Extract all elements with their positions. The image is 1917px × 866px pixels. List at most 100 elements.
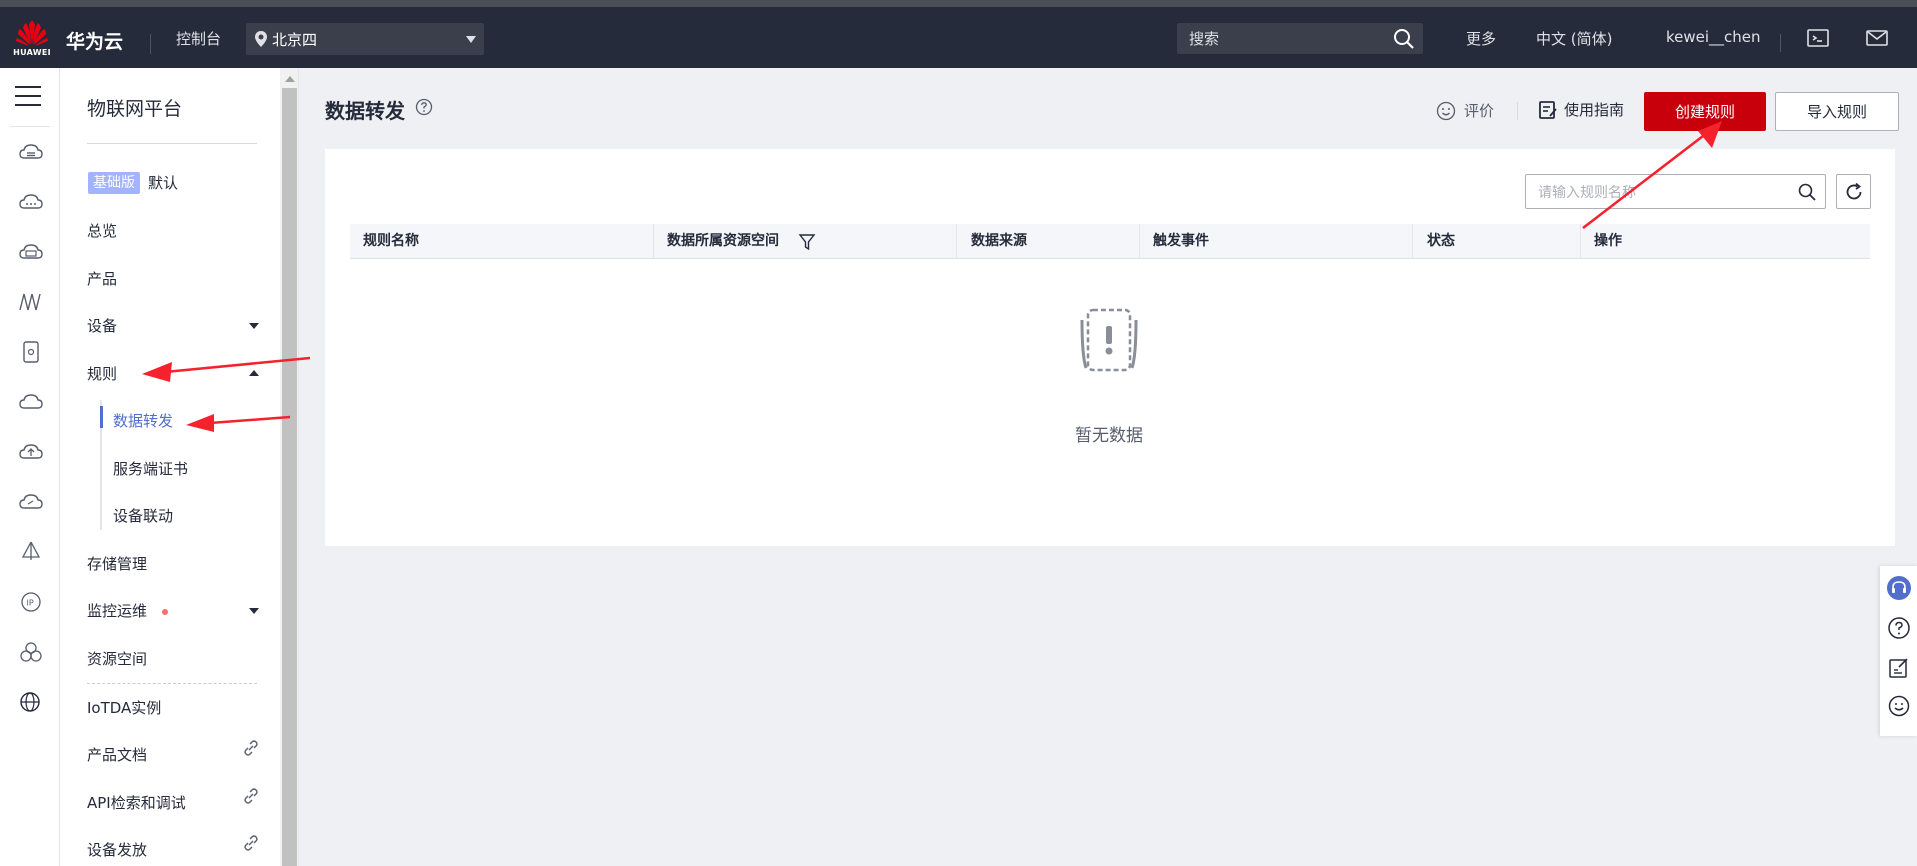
nav-divider	[87, 143, 257, 144]
mail-icon[interactable]	[1865, 27, 1889, 49]
cluster-icon[interactable]	[18, 640, 44, 664]
external-link-icon[interactable]	[243, 788, 259, 804]
search-icon[interactable]	[1798, 183, 1816, 201]
cloud-gauge-icon[interactable]	[18, 490, 44, 514]
chevron-down-icon[interactable]	[249, 608, 259, 614]
edition-badge: 基础版	[88, 172, 140, 194]
smiley-feedback-icon[interactable]	[1887, 694, 1911, 718]
cloud-database-icon[interactable]	[18, 240, 44, 264]
action-divider	[1517, 102, 1518, 120]
service-title: 物联网平台	[87, 98, 183, 120]
cloud-icon[interactable]	[18, 190, 44, 214]
sidebar-item-api-explorer[interactable]: API检索和调试	[87, 792, 186, 813]
help-icon[interactable]	[1887, 616, 1911, 640]
refresh-button[interactable]	[1836, 174, 1871, 209]
sidebar-item-overview[interactable]: 总览	[87, 220, 117, 241]
sidebar-item-rules[interactable]: 规则	[87, 363, 117, 384]
cloud-server-icon[interactable]	[18, 140, 44, 164]
rate-label: 评价	[1464, 102, 1495, 120]
sidebar-item-device-linkage[interactable]: 设备联动	[113, 505, 173, 526]
device-icon[interactable]	[18, 340, 44, 364]
huawei-logo[interactable]: HUAWEI	[12, 19, 52, 61]
column-divider	[1412, 224, 1413, 259]
sidebar-item-storage[interactable]: 存储管理	[87, 553, 147, 574]
location-pin-icon	[255, 31, 267, 47]
sidebar-item-product[interactable]: 产品	[87, 268, 117, 289]
column-header-status: 状态	[1427, 233, 1455, 249]
page-title: 数据转发	[325, 99, 405, 123]
rule-name-search-input[interactable]: 请输入规则名称	[1525, 174, 1826, 209]
external-link-icon[interactable]	[243, 740, 259, 756]
header-divider	[1780, 34, 1781, 52]
sidebar-item-resource-space[interactable]: 资源空间	[87, 648, 147, 669]
rail-divider	[10, 126, 50, 127]
rule-search-placeholder: 请输入规则名称	[1538, 184, 1636, 201]
smiley-icon	[1436, 101, 1456, 120]
menu-hamburger-icon[interactable]	[15, 86, 41, 106]
table-header: 规则名称 数据所属资源空间 数据来源 触发事件 状态 操作	[350, 224, 1870, 259]
sidebar-item-product-docs[interactable]: 产品文档	[87, 744, 147, 765]
ip-icon[interactable]: IP	[18, 590, 44, 614]
console-link[interactable]: 控制台	[176, 28, 221, 49]
column-header-data-source: 数据来源	[971, 233, 1027, 249]
sidebar-nav: 物联网平台 基础版 默认 总览 产品 设备 规则 数据转发 服务端证书 设备联动…	[60, 68, 280, 866]
empty-state-text: 暂无数据	[1075, 426, 1143, 446]
header-divider	[150, 34, 151, 54]
column-header-actions: 操作	[1594, 233, 1622, 249]
brand-name[interactable]: 华为云	[66, 27, 123, 54]
rate-link[interactable]: 评价	[1436, 100, 1494, 121]
external-link-icon[interactable]	[243, 835, 259, 851]
submenu-active-indicator	[100, 406, 103, 428]
sidebar-item-data-forwarding[interactable]: 数据转发	[113, 410, 173, 431]
chevron-up-icon[interactable]	[249, 370, 259, 376]
column-header-trigger-event: 触发事件	[1153, 233, 1209, 249]
sidebar-item-device-provisioning[interactable]: 设备发放	[87, 839, 147, 860]
customer-service-icon[interactable]	[1887, 576, 1911, 600]
user-guide-link[interactable]: 使用指南	[1538, 99, 1624, 120]
sidebar-item-iotda-instance[interactable]: IoTDA实例	[87, 697, 161, 718]
cloud-upload-icon[interactable]	[18, 440, 44, 464]
sidebar-item-server-certificate[interactable]: 服务端证书	[113, 458, 188, 479]
scroll-up-arrow-icon[interactable]	[285, 76, 295, 82]
guide-label: 使用指南	[1564, 101, 1625, 119]
sidebar-item-monitoring[interactable]: 监控运维	[87, 600, 147, 621]
service-icon-rail: IP	[0, 68, 60, 866]
user-menu[interactable]: kewei__chen	[1666, 28, 1761, 46]
create-rule-button[interactable]: 创建规则	[1644, 92, 1766, 131]
empty-data-icon	[1080, 308, 1138, 372]
svg-text:IP: IP	[27, 599, 34, 608]
refresh-icon	[1846, 182, 1862, 200]
filter-icon[interactable]	[798, 233, 816, 251]
chevron-down-icon[interactable]	[249, 323, 259, 329]
more-link[interactable]: 更多	[1466, 28, 1496, 49]
sidebar-scrollbar[interactable]	[280, 68, 299, 866]
region-selector[interactable]: 北京四	[246, 23, 484, 55]
search-placeholder: 搜索	[1189, 30, 1220, 48]
huawei-flower-icon	[16, 20, 48, 46]
edition-default-label: 默认	[148, 174, 179, 192]
feedback-edit-icon[interactable]	[1887, 656, 1911, 680]
global-search-input[interactable]: 搜索	[1177, 23, 1423, 54]
help-icon[interactable]	[415, 98, 433, 116]
import-rule-button[interactable]: 导入规则	[1775, 92, 1899, 131]
language-switch[interactable]: 中文 (简体)	[1536, 28, 1612, 49]
region-value: 北京四	[272, 30, 318, 49]
window-top-strip	[0, 0, 1917, 7]
column-divider	[956, 224, 957, 259]
sidebar-item-device[interactable]: 设备	[87, 315, 117, 336]
floating-toolbar	[1880, 566, 1917, 736]
terminal-icon[interactable]	[1806, 27, 1830, 49]
top-header: HUAWEI 华为云 控制台 北京四 搜索 更多 中文 (简体) kewei__…	[0, 7, 1917, 68]
guide-book-icon	[1539, 100, 1557, 119]
cloud-outline-icon[interactable]	[18, 390, 44, 414]
sail-icon[interactable]	[18, 540, 44, 564]
globe-icon[interactable]	[18, 690, 44, 714]
chevron-down-icon	[466, 36, 476, 43]
logo-text: HUAWEI	[13, 48, 51, 57]
notification-dot	[162, 609, 168, 615]
search-icon[interactable]	[1393, 28, 1415, 50]
scrollbar-thumb[interactable]	[282, 88, 297, 866]
nav-dashed-divider	[87, 683, 257, 684]
signal-wave-icon[interactable]	[18, 290, 44, 314]
column-header-rule-name: 规则名称	[363, 233, 419, 249]
